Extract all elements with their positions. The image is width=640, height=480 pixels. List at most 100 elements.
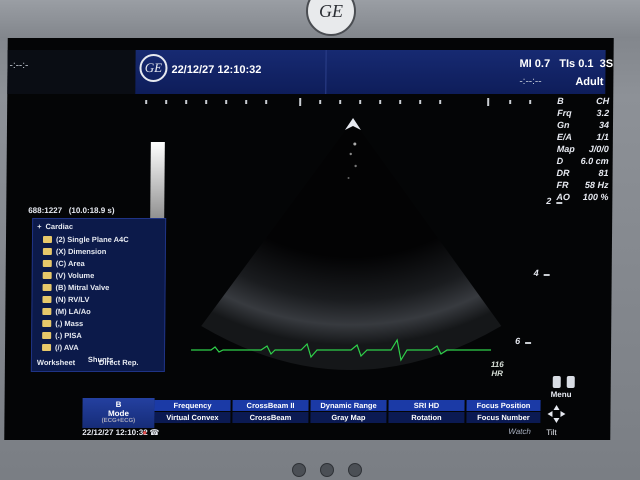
folder-label: (X) Dimension	[55, 247, 107, 256]
scale-tick	[379, 100, 382, 104]
tilt-label: Tilt	[546, 428, 557, 437]
monitor-button[interactable]	[320, 463, 334, 477]
probe-icon[interactable]	[566, 376, 575, 388]
folder-label: (,) Mass	[55, 319, 84, 328]
softkey-dynamic-range[interactable]: Dynamic Range	[310, 400, 387, 411]
folder-icon	[42, 296, 52, 303]
folder-root-cardiac[interactable]: + Cardiac	[37, 221, 73, 232]
softkey-focus-position[interactable]: Focus Position	[466, 400, 541, 411]
header-left-text: -:--:-	[9, 60, 29, 71]
scale-tick	[509, 100, 512, 104]
folder-label: (M) LA/Ao	[55, 307, 91, 316]
worksheet-button[interactable]: Worksheet	[37, 358, 75, 367]
folder-item[interactable]: (M) LA/Ao	[42, 306, 91, 317]
softkey-crossbeam-ii[interactable]: CrossBeam II	[232, 400, 309, 411]
folder-label: (V) Volume	[55, 271, 95, 280]
ge-logo-icon: GE	[139, 54, 168, 82]
mode-sub: Mode	[107, 409, 129, 418]
footer-status-icons: ● ☎	[142, 428, 159, 437]
folder-icon	[42, 236, 53, 243]
depth-label: 4	[533, 268, 539, 278]
scale-tick	[399, 100, 402, 104]
ultrasound-image	[191, 118, 502, 370]
param-key: FR	[556, 180, 569, 190]
param-value: 58 Hz	[584, 180, 609, 190]
param-value: 1/1	[596, 132, 609, 142]
scale-tick	[165, 100, 168, 104]
header-secondary: -:--:--	[519, 76, 542, 87]
param-key: Map	[556, 144, 575, 154]
header-divider	[325, 50, 327, 94]
menu-button[interactable]: Menu	[551, 390, 572, 399]
param-value: CH	[596, 96, 610, 106]
folder-item[interactable]: (2) Single Plane A4C	[42, 234, 129, 245]
measurement-folder-panel: + Cardiac (2) Single Plane A4C (X) Dimen…	[30, 218, 167, 372]
speckle	[354, 164, 357, 168]
collapse-icon: +	[37, 222, 42, 231]
speckle	[347, 177, 350, 179]
softkey-crossbeam[interactable]: CrossBeam	[232, 412, 309, 423]
folder-item[interactable]: (N) RV/LV	[42, 294, 89, 305]
param-row: Map J/0/0	[545, 144, 609, 155]
probe-icon[interactable]	[552, 376, 561, 388]
mode-small: (ECG+ECG)	[101, 418, 136, 424]
header-output-indices: MI 0.7 TIs 0.1 3S	[519, 58, 613, 70]
mi-value: MI 0.7	[519, 58, 551, 70]
folder-item[interactable]: (B) Mitral Valve	[42, 282, 110, 293]
softkey-focus-number[interactable]: Focus Number	[466, 412, 541, 423]
preset-label: Adult	[575, 76, 604, 88]
depth-tick	[556, 202, 563, 204]
mode-indicator[interactable]: B Mode (ECG+ECG)	[82, 398, 155, 428]
cine-time: (10.0:18.9 s)	[68, 206, 115, 215]
frame-counter: 688:1227	[28, 206, 63, 215]
folder-item[interactable]: (/) AVA	[42, 342, 79, 353]
param-key: AO	[556, 192, 570, 202]
depth-tick	[525, 342, 532, 344]
softkey-virtual-convex[interactable]: Virtual Convex	[154, 412, 231, 423]
footer-datetime: 22/12/27 12:10:32	[82, 428, 148, 437]
folder-item[interactable]: (X) Dimension	[42, 246, 107, 257]
folder-icon	[42, 332, 52, 339]
tis-value: TIs 0.1	[559, 58, 594, 70]
monitor-button[interactable]	[292, 463, 306, 477]
param-row: Frq 3.2	[545, 108, 609, 119]
header-datetime: 22/12/27 12:10:32	[171, 64, 262, 76]
folder-label: (N) RV/LV	[55, 295, 90, 304]
scale-tick	[339, 100, 342, 104]
folder-label: (C) Area	[55, 259, 85, 268]
scale-tick	[487, 98, 490, 106]
watch-label: Watch	[508, 427, 531, 436]
speckle	[349, 152, 352, 156]
param-row: Gn 34	[545, 120, 609, 131]
header-left-area: -:--:-	[7, 50, 136, 94]
softkey-frequency[interactable]: Frequency	[154, 400, 231, 411]
scale-tick	[529, 100, 532, 104]
softkey-bar: Frequency CrossBeam II Dynamic Range SRI…	[154, 400, 541, 424]
softkey-gray-map[interactable]: Gray Map	[310, 412, 387, 423]
depth-tick	[543, 274, 550, 276]
direct-report-button[interactable]: Direct Rep.	[99, 358, 139, 367]
param-key: DR	[556, 168, 570, 178]
scale-tick	[225, 100, 228, 104]
monitor-button[interactable]	[348, 463, 362, 477]
folder-item[interactable]: (,) Mass	[42, 318, 83, 329]
probe-name: 3S	[599, 58, 614, 70]
folder-label: (2) Single Plane A4C	[55, 235, 129, 244]
softkey-rotation[interactable]: Rotation	[388, 412, 465, 423]
folder-item[interactable]: (V) Volume	[42, 270, 95, 281]
heart-rate-unit: HR	[491, 369, 504, 378]
scale-tick	[265, 100, 268, 104]
heart-rate: 116 HR	[491, 360, 504, 378]
softkey-sri-hd[interactable]: SRI HD	[388, 400, 465, 411]
param-row: D 6.0 cm	[545, 156, 609, 167]
folder-item[interactable]: (.) PISA	[42, 330, 82, 341]
folder-icon	[42, 272, 52, 279]
printer-icon: ☎	[149, 428, 160, 437]
param-key: D	[556, 156, 564, 166]
folder-item[interactable]: (C) Area	[42, 258, 85, 269]
param-key: E/A	[556, 132, 572, 142]
param-row: DR 81	[545, 168, 609, 179]
folder-icon	[42, 284, 52, 291]
navigation-arrows-icon[interactable]	[546, 404, 566, 424]
folder-label: (B) Mitral Valve	[55, 283, 110, 292]
